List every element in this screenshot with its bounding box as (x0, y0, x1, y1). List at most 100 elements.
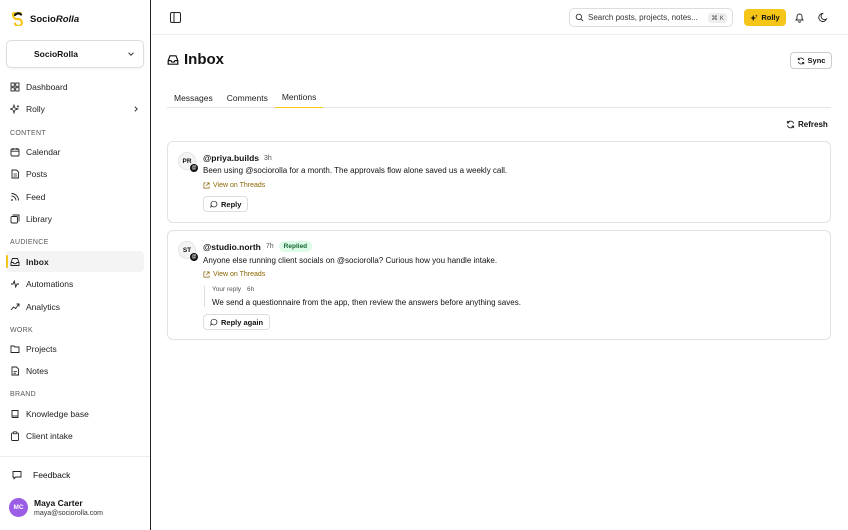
automations-icon (11, 279, 19, 288)
inbox-tabs: Messages Comments Mentions (167, 87, 831, 108)
workspace-name: SocioRolla (34, 49, 78, 59)
sidebar-item-inbox[interactable]: Inbox (6, 251, 144, 272)
tab-messages[interactable]: Messages (167, 87, 220, 108)
message-circle-icon (210, 318, 218, 326)
tab-comments[interactable]: Comments (220, 87, 275, 108)
sidebar-item-label: Projects (26, 343, 57, 354)
sidebar-toggle-icon[interactable] (170, 12, 181, 23)
brand-name: SocioRolla (30, 13, 80, 25)
external-link-icon (203, 182, 210, 189)
external-link-icon (203, 271, 210, 278)
chevron-right-icon (134, 105, 138, 112)
view-on-threads-link[interactable]: View on Threads (203, 182, 265, 189)
search-icon (575, 13, 584, 22)
section-label-audience: AUDIENCE (10, 239, 49, 246)
sidebar-item-feed[interactable]: Feed (6, 186, 144, 207)
section-label-brand: BRAND (10, 391, 37, 398)
your-reply-time: 6h (247, 286, 255, 293)
sidebar-item-label: Rolly (26, 103, 45, 114)
your-reply-text: We send a questionnaire from the app, th… (212, 298, 521, 307)
feedback-label: Feedback (33, 470, 71, 480)
tab-mentions[interactable]: Mentions (274, 87, 324, 108)
sync-button-label: Sync (807, 56, 826, 65)
message-square-icon (12, 471, 22, 480)
sidebar-item-label: Client intake (26, 430, 73, 441)
refresh-icon (786, 120, 795, 129)
chevron-down-icon (128, 52, 134, 56)
refresh-label: Refresh (798, 120, 828, 129)
your-reply-block: Your reply 6h We send a questionnaire fro… (204, 286, 521, 307)
bell-icon[interactable] (794, 12, 805, 23)
mention-card: ST @ @studio.north 7h Replied Anyone els… (167, 230, 831, 340)
inbox-icon (10, 257, 20, 266)
status-badge: Replied (278, 241, 313, 252)
user-name: Maya Carter (34, 498, 83, 508)
avatar: MC (9, 498, 28, 517)
sparkle-icon (750, 13, 758, 21)
sidebar-item-automations[interactable]: Automations (6, 273, 144, 294)
moon-icon[interactable] (818, 12, 829, 23)
threads-icon: @ (190, 253, 198, 261)
sparkle-icon (10, 103, 20, 114)
view-on-threads-link[interactable]: View on Threads (203, 271, 265, 278)
clipboard-icon (11, 430, 19, 441)
your-reply-label: Your reply (212, 286, 242, 293)
sidebar-item-label: Feed (26, 191, 46, 202)
sidebar-item-dashboard[interactable]: Dashboard (6, 76, 144, 97)
refresh-icon (797, 57, 804, 64)
user-profile[interactable]: MC Maya Carter maya@sociorolla.com (9, 498, 103, 517)
mention-header: @studio.north 7h Replied (203, 241, 313, 252)
rss-icon (11, 192, 19, 201)
reply-again-button[interactable]: Reply again (203, 314, 271, 330)
sidebar-item-rolly[interactable]: Rolly (6, 98, 144, 119)
sidebar-item-label: Inbox (26, 256, 49, 267)
sociorolla-logo-icon (12, 12, 23, 26)
rolly-button-label: Rolly (761, 13, 780, 22)
sidebar-item-knowledge-base[interactable]: Knowledge base (6, 403, 144, 424)
view-link-label: View on Threads (213, 271, 266, 278)
brand[interactable]: SocioRolla (12, 12, 79, 26)
sidebar-item-label: Notes (26, 365, 49, 376)
sync-button[interactable]: Sync (790, 52, 832, 69)
sidebar-item-client-intake[interactable]: Client intake (6, 425, 144, 446)
posts-icon (11, 169, 19, 178)
sidebar-item-label: Calendar (26, 146, 61, 157)
library-icon (10, 214, 20, 223)
sidebar-item-posts[interactable]: Posts (6, 163, 144, 184)
mention-header: @priya.builds 3h (203, 153, 272, 163)
search-input[interactable]: Search posts, projects, notes... ⌘ K (569, 8, 733, 27)
sidebar-item-notes[interactable]: Notes (6, 360, 144, 381)
sidebar-item-label: Analytics (26, 301, 61, 312)
section-label-work: WORK (10, 327, 33, 334)
sidebar-item-library[interactable]: Library (6, 208, 144, 229)
sidebar-item-projects[interactable]: Projects (6, 338, 144, 359)
dashboard-icon (10, 82, 20, 91)
sidebar-item-label: Dashboard (26, 81, 68, 92)
mention-handle[interactable]: @priya.builds (203, 153, 259, 163)
mention-text: Been using @sociorolla for a month. The … (203, 166, 508, 175)
mention-card: PR @ @priya.builds 3h Been using @socior… (167, 141, 831, 223)
mention-time: 7h (265, 243, 274, 250)
feedback-button[interactable]: Feedback (12, 470, 70, 480)
your-reply-meta: Your reply 6h (212, 286, 521, 293)
notes-icon (11, 366, 19, 375)
sidebar-item-analytics[interactable]: Analytics (6, 296, 144, 317)
sidebar-divider (0, 456, 150, 457)
search-shortcut: ⌘ K (708, 12, 727, 23)
mention-time: 3h (264, 154, 272, 162)
mention-handle[interactable]: @studio.north (203, 242, 261, 252)
inbox-icon (167, 54, 179, 65)
reply-button[interactable]: Reply (203, 196, 249, 212)
reply-button-label: Reply (221, 199, 242, 209)
page-title: Inbox (167, 51, 224, 68)
rolly-button[interactable]: Rolly (744, 9, 786, 26)
sidebar: SocioRolla SocioRolla Dashboard Rolly CO… (0, 0, 151, 530)
sidebar-item-calendar[interactable]: Calendar (6, 141, 144, 162)
refresh-button[interactable]: Refresh (786, 120, 828, 129)
sidebar-item-label: Library (26, 213, 52, 224)
workspace-select[interactable]: SocioRolla (6, 40, 144, 68)
sidebar-item-label: Automations (26, 278, 74, 289)
message-circle-icon (210, 200, 218, 208)
search-placeholder: Search posts, projects, notes... (588, 13, 698, 22)
user-email: maya@sociorolla.com (34, 510, 103, 517)
